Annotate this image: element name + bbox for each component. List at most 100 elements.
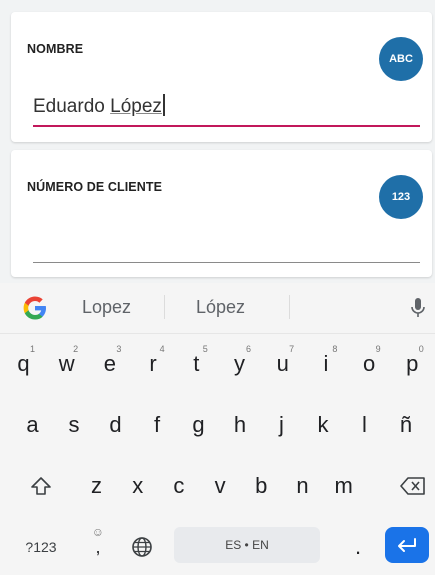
name-input-text: Eduardo: [33, 96, 111, 117]
letter-key[interactable]: c: [158, 460, 199, 512]
letter-key[interactable]: e3: [88, 338, 131, 390]
key-number-hint: 4: [159, 344, 165, 354]
key-number-hint: 3: [116, 344, 122, 354]
symbols-key[interactable]: ?123: [16, 521, 66, 573]
key-label: l: [362, 412, 367, 437]
letter-key[interactable]: w2: [45, 338, 88, 390]
name-field-card[interactable]: NOMBRE ABC Eduardo López: [11, 12, 432, 142]
key-label: t: [193, 351, 200, 376]
key-label: h: [233, 412, 247, 437]
key-number-hint: 5: [202, 344, 208, 354]
suggestion-divider: [164, 295, 165, 319]
suggestion-1[interactable]: Lopez: [82, 297, 131, 318]
letter-key[interactable]: r4: [132, 338, 175, 390]
key-label: n: [296, 473, 309, 498]
letter-key[interactable]: t5: [175, 338, 218, 390]
key-label: b: [255, 473, 268, 498]
key-row-1: q1w2e3r4t5y6u7i8o9p0: [0, 338, 435, 392]
letter-key[interactable]: j: [261, 399, 302, 451]
key-number-hint: 2: [73, 344, 79, 354]
key-label: a: [26, 412, 39, 437]
number-type-badge: 123: [379, 175, 423, 219]
suggestion-divider: [289, 295, 290, 319]
letter-key[interactable]: o9: [348, 338, 391, 390]
key-label: w: [58, 351, 75, 376]
key-number-hint: 0: [418, 344, 424, 354]
key-label: o: [362, 351, 376, 376]
letter-key[interactable]: x: [117, 460, 158, 512]
letter-key[interactable]: y6: [218, 338, 261, 390]
client-number-field-label: NÚMERO DE CLIENTE: [27, 180, 163, 194]
language-globe-key[interactable]: [120, 521, 164, 573]
key-label: f: [153, 412, 161, 437]
enter-arrow-icon: [398, 538, 416, 552]
letter-key[interactable]: g: [178, 399, 219, 451]
key-label: c: [173, 473, 185, 498]
key-label: s: [68, 412, 80, 437]
globe-icon: [132, 537, 152, 557]
key-label: m: [334, 473, 353, 498]
client-number-field-card[interactable]: NÚMERO DE CLIENTE 123: [11, 150, 432, 277]
letter-key[interactable]: q1: [2, 338, 45, 390]
key-label: u: [276, 351, 289, 376]
key-label: r: [149, 351, 157, 376]
comma-key[interactable]: ☺ ,: [78, 521, 118, 573]
key-label: y: [234, 351, 245, 376]
key-label: i: [323, 351, 329, 376]
period-key[interactable]: .: [338, 521, 378, 573]
key-label: d: [109, 412, 122, 437]
emoji-hint-icon: ☺: [91, 525, 104, 539]
letter-key[interactable]: f: [137, 399, 178, 451]
text-type-badge: ABC: [379, 37, 423, 81]
text-cursor: [162, 94, 165, 116]
letter-key[interactable]: s: [54, 399, 95, 451]
letter-key[interactable]: i8: [304, 338, 347, 390]
letter-key[interactable]: z: [76, 460, 117, 512]
letter-key[interactable]: d: [95, 399, 136, 451]
key-row-4: ?123 ☺ , ES • EN .: [0, 521, 435, 575]
name-field-label: NOMBRE: [27, 42, 84, 56]
key-label: q: [17, 351, 30, 376]
letter-key[interactable]: k: [303, 399, 344, 451]
letter-key[interactable]: p0: [391, 338, 434, 390]
key-row-3: z x c v b nm: [0, 460, 435, 514]
key-label: p: [406, 351, 419, 376]
name-input-underline-active: [33, 125, 420, 127]
key-label: x: [132, 473, 144, 498]
letter-key[interactable]: a: [12, 399, 53, 451]
key-row-2: asdfghjklñ: [0, 399, 435, 453]
key-label: e: [103, 351, 117, 376]
letter-key[interactable]: l: [344, 399, 385, 451]
key-label: g: [192, 412, 205, 437]
suggestion-strip: Lopez López: [0, 283, 435, 334]
composing-word: López: [110, 96, 162, 117]
enter-key[interactable]: [385, 527, 429, 563]
backspace-key[interactable]: [392, 460, 434, 512]
shift-key[interactable]: [20, 460, 62, 512]
space-bar[interactable]: ES • EN: [174, 527, 320, 563]
key-number-hint: 6: [245, 344, 251, 354]
on-screen-keyboard: Lopez López q1w2e3r4t5y6u7i8o9p0 asdfghj…: [0, 283, 435, 575]
key-number-hint: 8: [332, 344, 338, 354]
letter-key[interactable]: v: [200, 460, 241, 512]
letter-key[interactable]: u7: [261, 338, 304, 390]
suggestion-2[interactable]: López: [196, 297, 245, 318]
letter-key[interactable]: ñ: [386, 399, 427, 451]
key-label: k: [317, 412, 329, 437]
letter-key[interactable]: b: [241, 460, 282, 512]
microphone-icon[interactable]: [408, 295, 428, 321]
google-g-icon[interactable]: [20, 293, 50, 323]
key-label: z: [91, 473, 102, 498]
name-input[interactable]: Eduardo López: [33, 94, 165, 118]
letter-key[interactable]: h: [220, 399, 261, 451]
comma-label: ,: [95, 536, 101, 557]
letter-key[interactable]: m: [323, 460, 364, 512]
key-number-hint: 1: [29, 344, 35, 354]
key-label: j: [279, 412, 284, 437]
letter-key[interactable]: n: [282, 460, 323, 512]
client-number-input-underline: [33, 262, 420, 263]
key-label: v: [214, 473, 226, 498]
key-number-hint: 7: [289, 344, 295, 354]
key-number-hint: 9: [375, 344, 381, 354]
key-label: ñ: [399, 412, 413, 437]
